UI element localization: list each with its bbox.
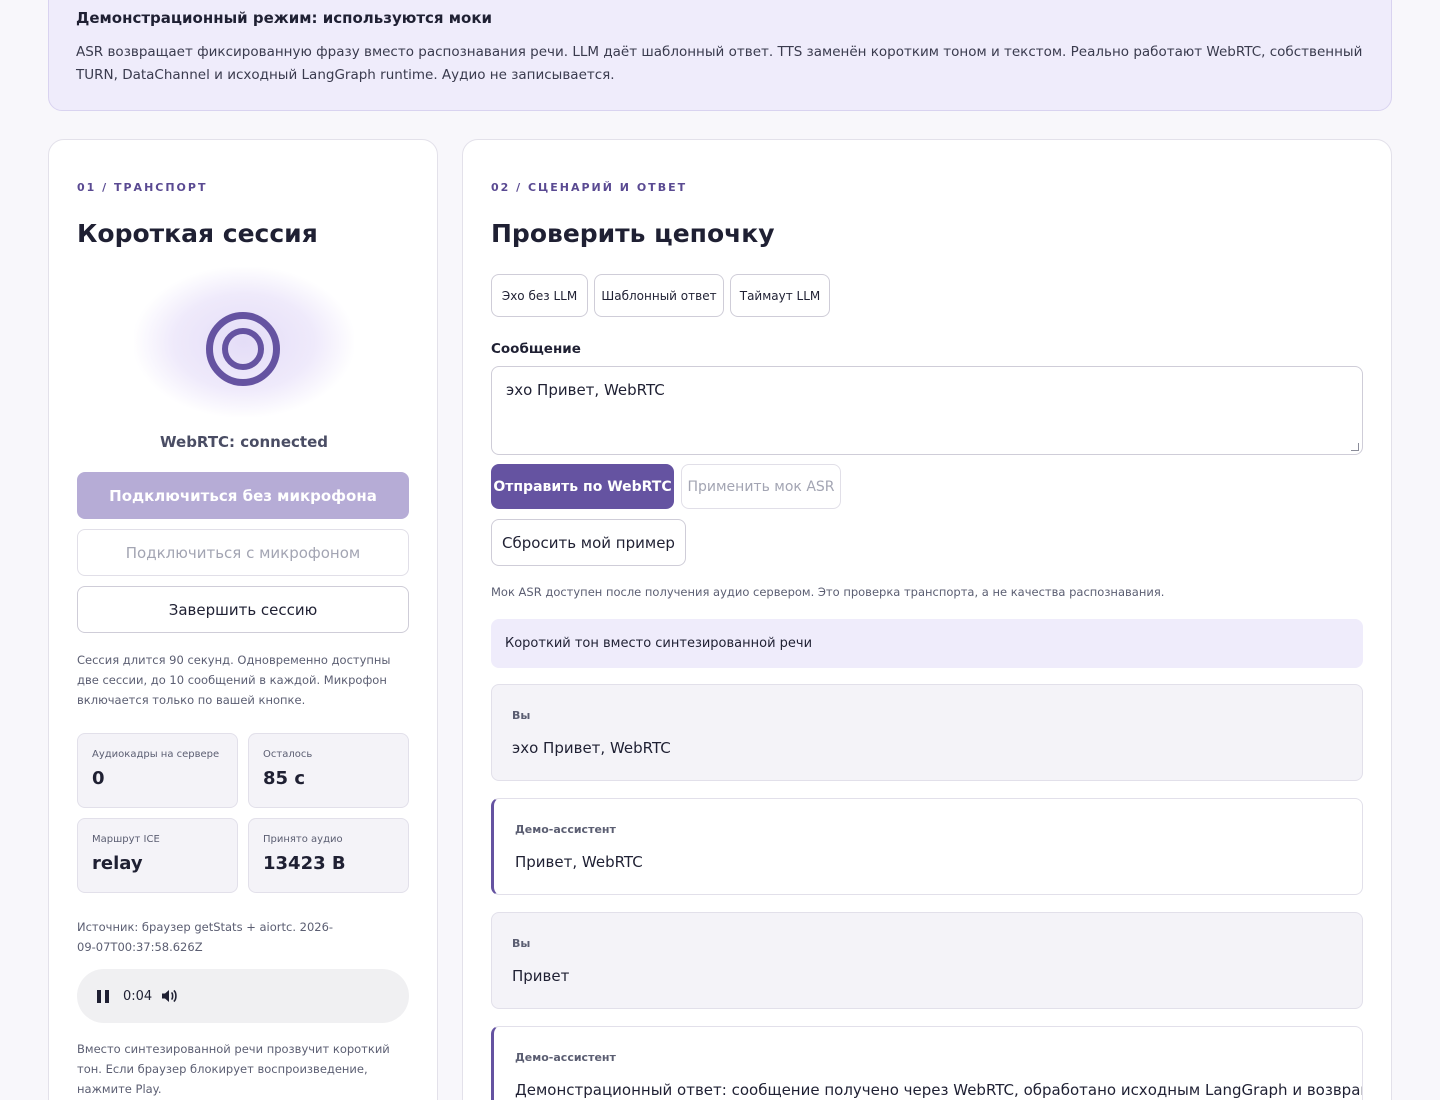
stat-audio-frames: Аудиокадры на сервере 0 xyxy=(77,733,238,808)
chat-message-assistant: Демо-ассистент Демонстрационный ответ: с… xyxy=(491,1026,1363,1100)
asr-hint: Мок ASR доступен после получения аудио с… xyxy=(491,585,1165,599)
player-time: 0:04 xyxy=(123,988,153,1004)
scenario-chip-timeout[interactable]: Таймаут LLM xyxy=(730,274,830,317)
stat-remaining: Осталось 85 с xyxy=(248,733,409,808)
send-webrtc-button[interactable]: Отправить по WebRTC xyxy=(491,464,674,509)
message-text: эхо Привет, WebRTC xyxy=(512,739,671,757)
stat-ice-route: Маршрут ICE relay xyxy=(77,818,238,893)
tone-info-text: Короткий тон вместо синтезированной речи xyxy=(505,636,813,651)
message-text: Привет, WebRTC xyxy=(515,853,643,871)
reset-example-button[interactable]: Сбросить мой пример xyxy=(491,519,686,566)
stat-label: Принято аудио xyxy=(263,834,343,845)
stat-value: relay xyxy=(92,853,143,874)
transport-title: Короткая сессия xyxy=(77,219,318,248)
message-text: Привет xyxy=(512,967,570,985)
message-label: Сообщение xyxy=(491,341,581,357)
stat-value: 0 xyxy=(92,768,105,789)
message-role: Вы xyxy=(512,937,531,950)
stat-value: 85 с xyxy=(263,768,305,789)
scenario-title: Проверить цепочку xyxy=(491,219,775,248)
banner-title: Демонстрационный режим: используются мок… xyxy=(76,9,493,27)
connect-without-mic-button[interactable]: Подключиться без микрофона xyxy=(77,472,409,519)
apply-mock-asr-button[interactable]: Применить мок ASR xyxy=(681,464,841,509)
scenario-chip-echo[interactable]: Эхо без LLM xyxy=(491,274,588,317)
demo-mode-banner: Демонстрационный режим: используются мок… xyxy=(48,0,1392,111)
message-input-value: эхо Привет, WebRTC xyxy=(506,381,665,399)
tone-info: Короткий тон вместо синтезированной речи xyxy=(491,619,1363,668)
chat-message-user: Вы Привет xyxy=(491,912,1363,1009)
chat-message-user: Вы эхо Привет, WebRTC xyxy=(491,684,1363,781)
stat-label: Маршрут ICE xyxy=(92,834,160,845)
end-session-button[interactable]: Завершить сессию xyxy=(77,586,409,633)
scenario-eyebrow: 02 / СЦЕНАРИЙ И ОТВЕТ xyxy=(491,181,688,194)
stat-audio-received: Принято аудио 13423 B xyxy=(248,818,409,893)
stat-label: Осталось xyxy=(263,749,313,760)
session-note: Сессия длится 90 секунд. Одновременно до… xyxy=(77,653,391,707)
connect-with-mic-button[interactable]: Подключиться с микрофоном xyxy=(77,529,409,576)
playback-note: Вместо синтезированной речи прозвучит ко… xyxy=(77,1042,390,1096)
message-role: Демо-ассистент xyxy=(515,1051,616,1064)
message-role: Демо-ассистент xyxy=(515,823,616,836)
volume-icon[interactable] xyxy=(160,987,178,1005)
stat-label: Аудиокадры на сервере xyxy=(92,749,220,760)
webrtc-status: WebRTC: connected xyxy=(160,433,328,451)
scenario-card: 02 / СЦЕНАРИЙ И ОТВЕТ Проверить цепочку … xyxy=(462,139,1392,1100)
message-text: Демонстрационный ответ: сообщение получе… xyxy=(515,1081,1363,1099)
banner-text: ASR возвращает фиксированную фразу вмест… xyxy=(76,44,1363,83)
scenario-chip-template[interactable]: Шаблонный ответ xyxy=(594,274,724,317)
message-input[interactable]: эхо Привет, WebRTC xyxy=(491,366,1363,455)
transport-eyebrow: 01 / ТРАНСПОРТ xyxy=(77,181,208,194)
transport-card: 01 / ТРАНСПОРТ Короткая сессия WebRTC: c… xyxy=(48,139,438,1100)
audio-player: 0:04 xyxy=(77,969,409,1023)
pause-icon[interactable] xyxy=(97,989,109,1003)
source-note: Источник: браузер getStats + aiortc. 202… xyxy=(77,920,334,954)
chat-message-assistant: Демо-ассистент Привет, WebRTC xyxy=(491,798,1363,895)
resize-handle[interactable] xyxy=(1351,443,1359,451)
stat-value: 13423 B xyxy=(263,853,346,874)
message-role: Вы xyxy=(512,709,531,722)
connection-status-icon-inner xyxy=(222,328,264,370)
